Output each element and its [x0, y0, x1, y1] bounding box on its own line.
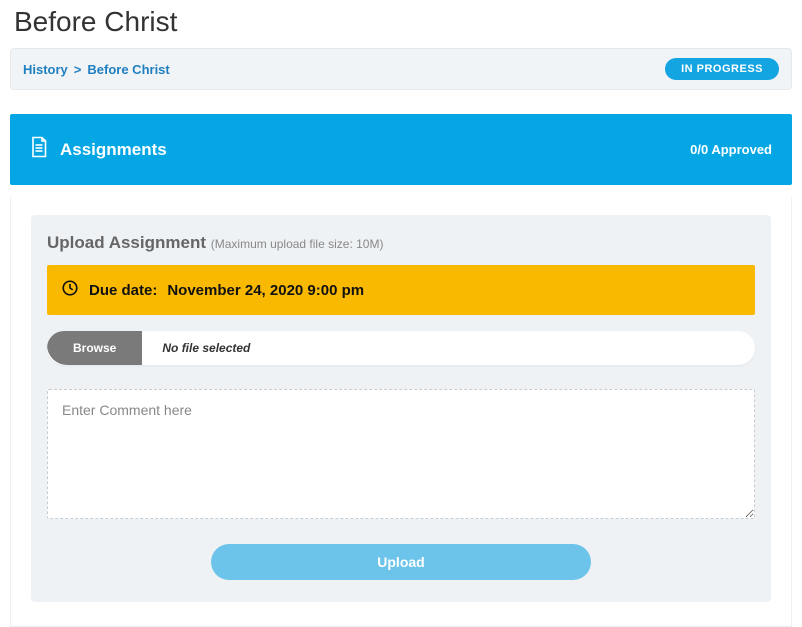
- assignment-card: Upload Assignment (Maximum upload file s…: [10, 197, 792, 627]
- status-badge: IN PROGRESS: [665, 58, 779, 80]
- assignments-approved-count: 0/0 Approved: [690, 142, 772, 157]
- assignments-title: Assignments: [60, 140, 167, 160]
- due-date-label: Due date:: [89, 282, 157, 299]
- upload-heading-text: Upload Assignment: [47, 233, 206, 252]
- breadcrumb-bar: History > Before Christ IN PROGRESS: [10, 48, 792, 90]
- page-title: Before Christ: [0, 0, 802, 48]
- breadcrumb: History > Before Christ: [23, 62, 170, 77]
- file-selected-status: No file selected: [142, 331, 755, 365]
- upload-heading: Upload Assignment (Maximum upload file s…: [47, 233, 755, 253]
- due-date-banner: Due date: November 24, 2020 9:00 pm: [47, 265, 755, 315]
- breadcrumb-current-link[interactable]: Before Christ: [87, 62, 169, 77]
- browse-button[interactable]: Browse: [47, 331, 142, 365]
- comment-textarea[interactable]: [47, 389, 755, 519]
- file-chooser-row: Browse No file selected: [47, 331, 755, 365]
- document-icon: [30, 136, 48, 163]
- assignments-header: Assignments 0/0 Approved: [10, 114, 792, 185]
- clock-icon: [61, 279, 79, 301]
- upload-button[interactable]: Upload: [211, 544, 591, 580]
- breadcrumb-root-link[interactable]: History: [23, 62, 68, 77]
- due-date-value: November 24, 2020 9:00 pm: [167, 282, 364, 299]
- upload-size-note: (Maximum upload file size: 10M): [211, 237, 384, 251]
- breadcrumb-separator: >: [74, 62, 82, 77]
